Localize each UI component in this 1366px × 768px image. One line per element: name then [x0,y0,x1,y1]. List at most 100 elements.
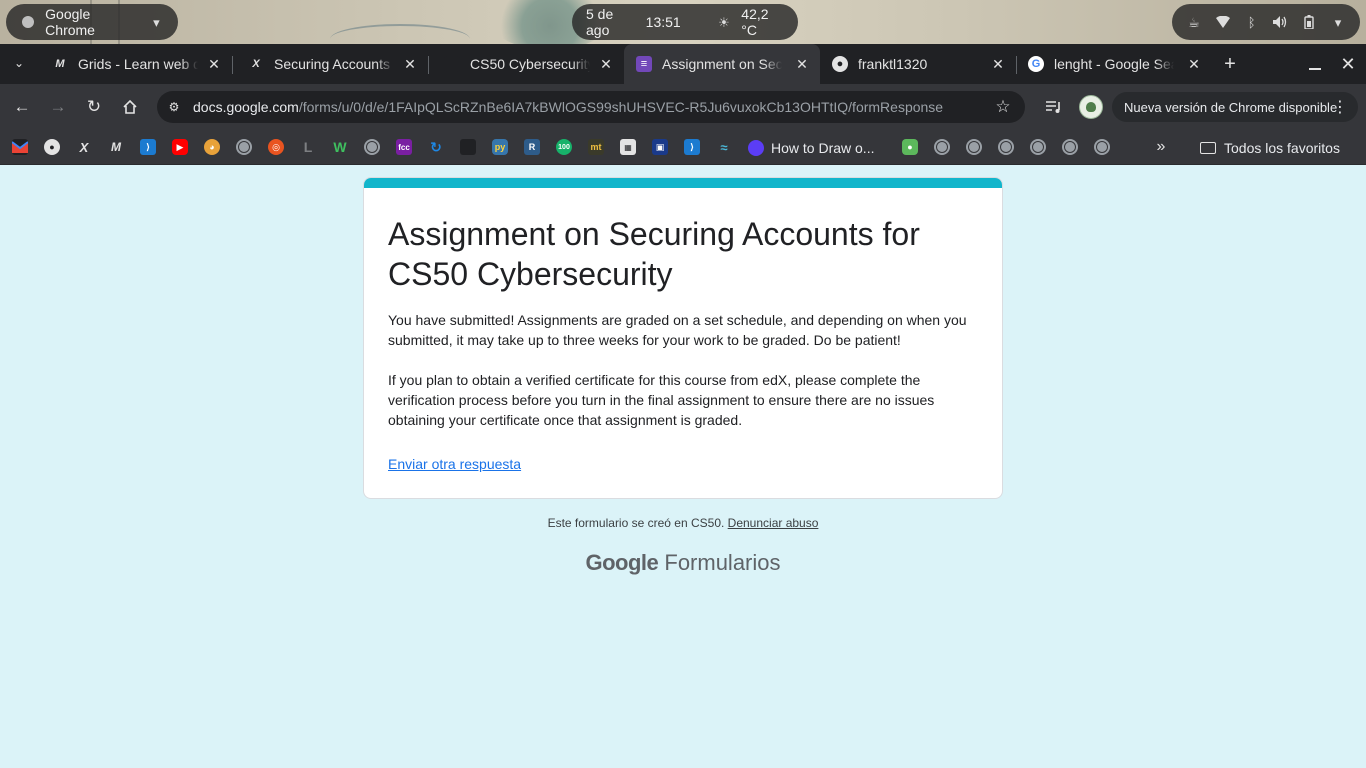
wallpaper-art [330,24,470,44]
report-abuse-link[interactable]: Denunciar abuso [728,516,819,530]
os-top-bar: Google Chrome ▾ 5 de ago 13:51 ☀ 42,2 °C… [0,0,1366,44]
mdn-icon[interactable]: M [108,139,124,155]
browser-toolbar: ← → ↻ ⚙ docs.google.com /forms/u/0/d/e/1… [0,84,1366,130]
url-host: docs.google.com [193,99,299,115]
tab-title: lenght - Google Search [1054,56,1174,72]
globe-icon[interactable] [934,139,950,155]
update-label: Nueva versión de Chrome disponible [1124,99,1338,115]
tab-securing-accounts[interactable]: X Securing Accounts ✕ [236,44,428,84]
100-icon[interactable]: 100 [556,139,572,155]
back-button[interactable]: ← [10,95,34,119]
weather-sun-icon: ☀ [718,14,730,30]
url-path: /forms/u/0/d/e/1FAIpQLScRZnBe6IA7kBWlOGS… [298,99,944,115]
all-bookmarks-folder[interactable]: Todos los favoritos [1200,130,1340,165]
l-icon[interactable]: L [300,139,316,155]
tab-title: Securing Accounts [274,56,390,72]
globe-icon[interactable] [1030,139,1046,155]
globe-icon[interactable] [364,139,380,155]
vscode-icon[interactable]: ⟩ [140,139,156,155]
form-confirmation-card: Assignment on Securing Accounts for CS50… [363,177,1003,499]
wifi-icon [1215,14,1231,30]
tab-title: Assignment on Securing Accounts [662,56,782,72]
date-label: 5 de ago [586,6,614,38]
home-button[interactable] [118,95,142,119]
form-title: Assignment on Securing Accounts for CS50… [388,216,920,292]
close-icon[interactable]: ✕ [794,56,810,72]
tab-title: franktl1320 [858,56,928,72]
close-icon[interactable]: ✕ [1186,56,1202,72]
system-tray[interactable]: ☕ ᛒ ▾ [1172,4,1360,40]
github-icon: ● [832,56,848,72]
folder-label: Todos los favoritos [1224,139,1340,156]
globe-icon[interactable] [966,139,982,155]
dark-icon[interactable] [460,139,476,155]
bookmarks-bar: ● X M ⟩ ▶ ◕ ◎ L W fcc ↻ py R 100 mt ▦ ▣ … [0,130,1366,165]
app-name: Google Chrome [45,6,95,38]
coffee-icon: ☕ [1188,14,1200,30]
time-label: 13:51 [645,14,681,30]
bookmarks-overflow-button[interactable]: » [1152,138,1170,156]
chrome-update-button[interactable]: Nueva versión de Chrome disponible ⋮ [1112,92,1358,122]
mt-icon[interactable]: mt [588,139,604,155]
google-forms-logo[interactable]: Google Formularios [0,550,1366,576]
circle-logo-icon [748,139,764,156]
new-tab-button[interactable]: + [1220,54,1240,74]
globe-icon[interactable] [1062,139,1078,155]
form-footer: Este formulario se creó en CS50. Denunci… [0,516,1366,530]
footer-text: Este formulario se creó en CS50. [547,516,725,530]
tab-cs50-cybersecurity[interactable]: CS50 Cybersecurity ✕ [432,44,624,84]
close-icon[interactable]: ✕ [598,56,614,72]
edx-icon: X [252,58,260,70]
w-icon[interactable]: W [332,139,348,155]
bookmark-star-icon[interactable]: ☆ [993,97,1013,117]
folder-icon [1200,141,1216,154]
close-icon[interactable]: ✕ [206,56,222,72]
tab-assignment[interactable]: ≡ Assignment on Securing Accounts ✕ [624,44,820,84]
wave-icon[interactable]: ≈ [716,139,732,155]
media-controls-button[interactable] [1042,95,1066,119]
menu-arrow-icon: ▾ [1334,14,1342,30]
edx-icon[interactable]: X [76,139,92,155]
tab-github[interactable]: ● franktl1320 ✕ [820,44,1016,84]
form-accent-bar [364,178,1002,188]
r-icon[interactable]: R [524,139,540,155]
frog-icon[interactable]: ● [902,139,918,155]
more-vert-icon[interactable]: ⋮ [1332,97,1348,117]
python-icon[interactable]: py [492,139,508,155]
sync-icon[interactable]: ↻ [428,139,444,155]
window-close-button[interactable]: ✕ [1338,54,1358,74]
home-icon [123,99,137,114]
id-card-icon[interactable]: ▣ [652,139,668,155]
fcc-icon[interactable]: fcc [396,139,412,155]
ubuntu-icon[interactable]: ◎ [268,139,284,155]
bookmark-how-to-draw[interactable]: How to Draw o... [748,130,874,165]
tab-grids[interactable]: M Grids - Learn web development ✕ [40,44,232,84]
gmail-icon[interactable] [12,139,28,155]
brand-google: Google [585,550,659,575]
close-icon[interactable]: ✕ [990,56,1006,72]
tab-google-search[interactable]: G lenght - Google Search ✕ [1016,44,1212,84]
clock-widget[interactable]: 5 de ago 13:51 ☀ 42,2 °C [572,4,798,40]
reload-button[interactable]: ↻ [82,95,106,119]
close-icon[interactable]: ✕ [402,56,418,72]
submit-another-response-link[interactable]: Enviar otra respuesta [388,456,521,472]
forward-button[interactable]: → [46,95,70,119]
vscode-icon[interactable]: ⟩ [684,139,700,155]
bluetooth-icon: ᛒ [1247,14,1256,30]
address-bar[interactable]: ⚙ docs.google.com /forms/u/0/d/e/1FAIpQL… [157,91,1025,123]
calculator-icon[interactable]: ▦ [620,139,636,155]
minimize-button[interactable] [1305,54,1325,74]
app-menu[interactable]: Google Chrome ▾ [6,4,178,40]
github-icon[interactable]: ● [44,139,60,155]
cat-icon[interactable]: ◕ [204,139,220,155]
youtube-icon[interactable]: ▶ [172,139,188,155]
globe-icon[interactable] [236,139,252,155]
globe-icon[interactable] [1094,139,1110,155]
tab-search-button[interactable]: ⌄ [10,56,28,74]
globe-icon[interactable] [998,139,1014,155]
site-info-icon[interactable]: ⚙ [165,98,183,116]
chevron-down-icon: ▾ [153,14,160,30]
mdn-icon: M [55,58,65,70]
profile-avatar[interactable] [1079,95,1103,119]
tab-title: CS50 Cybersecurity [470,56,590,72]
